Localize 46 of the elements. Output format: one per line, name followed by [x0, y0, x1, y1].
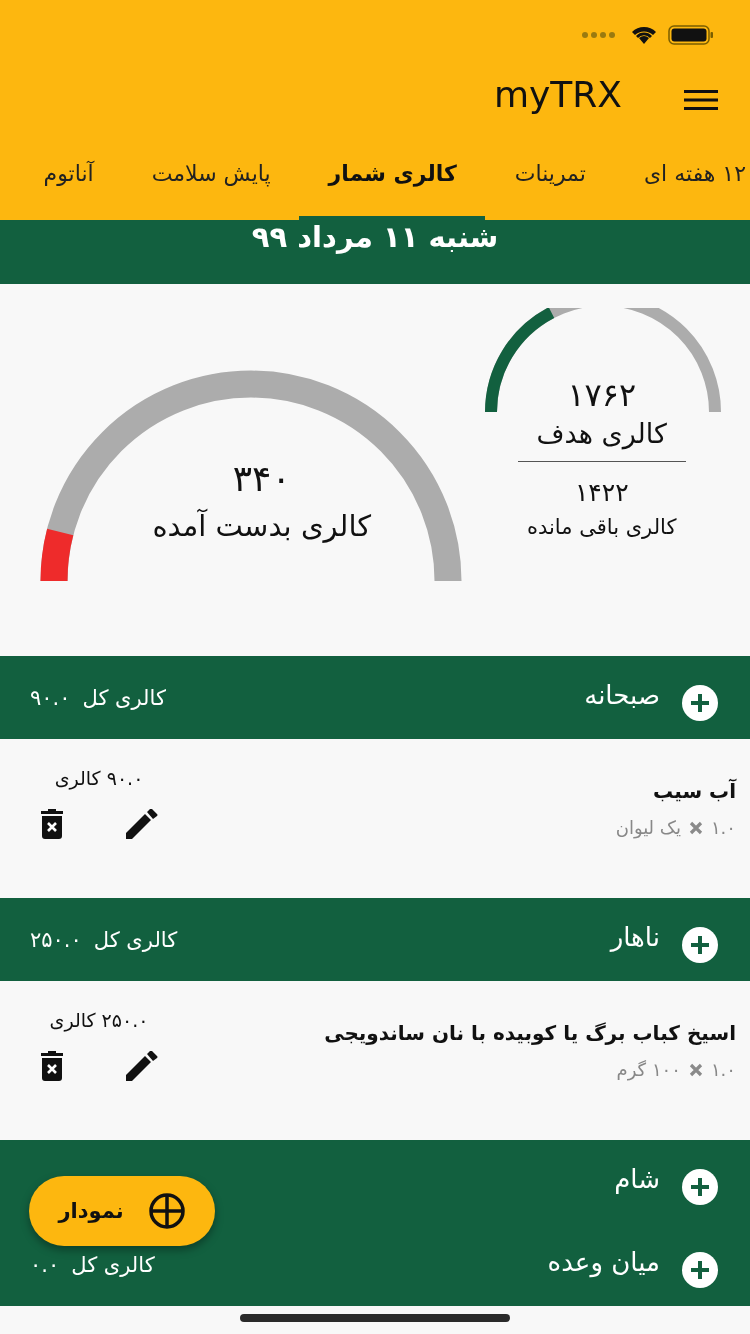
tab[interactable]: آناتوم [13, 130, 122, 220]
delete-icon[interactable] [40, 809, 64, 839]
tab[interactable]: تمرینات [484, 130, 614, 220]
goal-calories: ۱۷۶۲ [567, 376, 637, 414]
consumed-calories: ۳۴۰ [232, 458, 291, 499]
serving-unit: یک لیوان [615, 817, 681, 838]
chart-icon [147, 1192, 186, 1230]
remaining-calories: ۱۴۲۲ [574, 478, 629, 507]
food-name: آب سیب [652, 779, 736, 803]
chart-button[interactable]: نمودار [29, 1176, 215, 1246]
times-icon [688, 1062, 703, 1077]
total-calories: ۰.۰ [30, 1252, 60, 1277]
total-calories: ۲۵۰.۰ [30, 927, 82, 952]
serving-unit: ۱۰۰ گرم [616, 1059, 681, 1080]
menu-icon[interactable] [684, 90, 718, 110]
add-icon[interactable] [682, 926, 718, 963]
edit-icon[interactable] [124, 809, 158, 839]
total-label: کالری کل [93, 927, 178, 952]
add-icon[interactable] [682, 684, 718, 721]
quantity: ۱.۰ [710, 817, 736, 838]
tab[interactable]: پایش سلامت [121, 130, 299, 220]
remaining-label: کالری باقی مانده [527, 515, 677, 539]
add-icon[interactable] [682, 1251, 718, 1288]
food-name: اسیخ کباب برگ یا کوبیده با نان ساندویجی [324, 1021, 736, 1045]
total-calories: ۹۰.۰ [30, 685, 71, 710]
edit-icon[interactable] [124, 1051, 158, 1081]
delete-icon[interactable] [40, 1051, 64, 1081]
food-calories: ۲۵۰.۰ کالری [49, 1009, 149, 1031]
total-label: کالری کل [82, 685, 166, 710]
consumed-label: کالری بدست آمده [152, 509, 372, 543]
wifi-icon [630, 25, 658, 45]
tab[interactable]: ۱۲ هفته ای [613, 130, 750, 220]
meal-name: ناهار [610, 921, 660, 952]
total-label: کالری کل [71, 1252, 155, 1277]
app-title: myTRX [493, 73, 622, 115]
add-icon[interactable] [682, 1168, 718, 1205]
quantity: ۱.۰ [710, 1059, 736, 1080]
signal-icon [582, 32, 616, 38]
times-icon [688, 820, 703, 835]
meal-name: صبحانه [584, 679, 660, 710]
date-title: شنبه ۱۱ مرداد ۹۹ [251, 220, 499, 254]
battery-icon [668, 25, 714, 45]
meal-name: شام [614, 1163, 660, 1194]
goal-label: کالری هدف [536, 418, 667, 449]
food-calories: ۹۰.۰ کالری [54, 767, 144, 789]
meal-name: میان وعده [547, 1246, 660, 1277]
